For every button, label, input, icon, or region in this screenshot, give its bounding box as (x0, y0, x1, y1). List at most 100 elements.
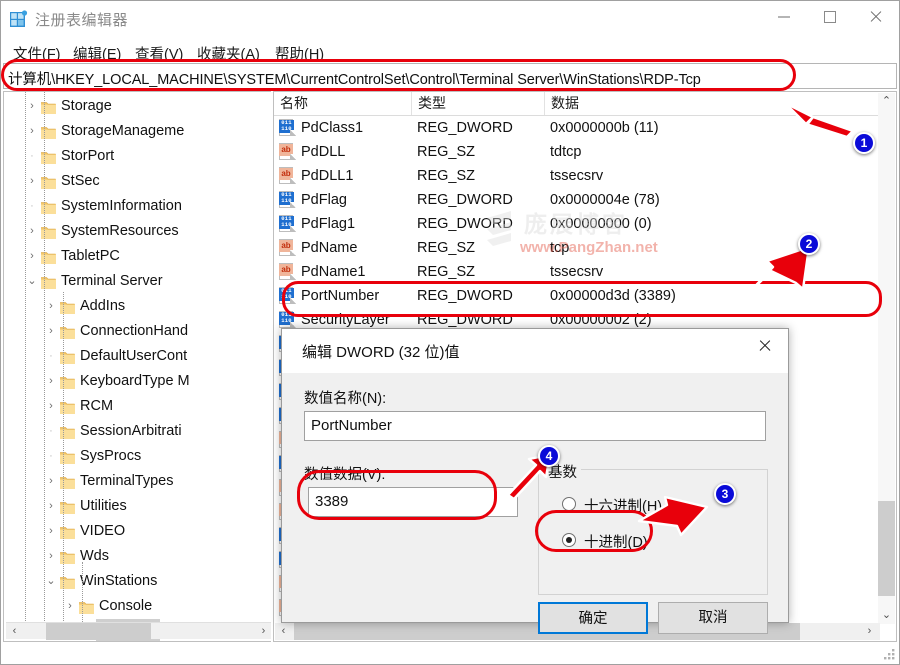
cell-type: REG_SZ (417, 144, 476, 160)
tree-hscroll-left-arrow[interactable]: ‹ (6, 623, 23, 640)
dword-value-icon: 011110 (279, 191, 296, 208)
dword-value-icon: 011110 (279, 119, 296, 136)
window-title: 注册表编辑器 (35, 12, 129, 29)
table-row[interactable]: 011 110 PortNumber REG_DWORD 0x00000d3d (338… (274, 284, 879, 308)
address-path-text: 计算机\HKEY_LOCAL_MACHINE\SYSTEM\CurrentCon… (8, 72, 701, 88)
tree-guide-line (44, 92, 46, 625)
cancel-button[interactable]: 取消 (658, 602, 768, 634)
callout-badge-1: 1 (853, 132, 875, 154)
tree-item-label: SystemInformation (61, 198, 182, 214)
string-value-icon: ab (279, 239, 296, 256)
dword-value-icon: 011110 (279, 215, 296, 232)
table-row[interactable]: 011 110 PdFlag1 REG_DWORD 0x00000000 (0) (274, 212, 879, 236)
column-header-type[interactable]: 类型 (412, 92, 545, 115)
value-name-input[interactable]: PortNumber (304, 411, 766, 441)
cell-data: 0x0000004e (78) (550, 192, 660, 208)
radio-decimal-mark (562, 533, 576, 547)
cell-name: PdFlag1 (301, 216, 356, 232)
string-value-icon: ab (279, 263, 296, 280)
dword-value-icon: 011110 (279, 191, 296, 208)
address-bar[interactable]: 计算机\HKEY_LOCAL_MACHINE\SYSTEM\CurrentCon… (3, 63, 897, 89)
title-bar: 注册表编辑器 (1, 1, 899, 37)
registry-tree-pane[interactable]: › Storage › StorageManageme · StorPort › StSec ·… (3, 91, 271, 642)
tree-item-label: StSec (61, 173, 100, 189)
cell-name: PdName (301, 240, 358, 256)
table-row[interactable]: ab PdDLL REG_SZ tdtcp (274, 140, 879, 164)
column-header-name[interactable]: 名称 (274, 92, 412, 115)
registry-editor-icon (10, 10, 28, 27)
tree-item-label: RCM (80, 398, 114, 414)
tree-hscroll-right-arrow[interactable]: › (255, 623, 271, 640)
cell-data: tssecsrv (550, 168, 604, 184)
cell-type: REG_DWORD (417, 216, 513, 232)
column-header-data[interactable]: 数据 (545, 92, 879, 115)
dialog-title-bar: 编辑 DWORD (32 位)值 (282, 329, 788, 373)
cell-type: REG_DWORD (417, 192, 513, 208)
values-vertical-scrollbar[interactable]: ⌃ ⌄ (878, 93, 895, 624)
table-row[interactable]: ab PdDLL1 REG_SZ tssecsrv (274, 164, 879, 188)
tree-guide-line (82, 562, 84, 622)
cell-name: PdName1 (301, 264, 366, 280)
table-row[interactable]: 011 110 PdClass1 REG_DWORD 0x0000000b (11) (274, 116, 879, 140)
values-vscroll-down-arrow[interactable]: ⌄ (878, 607, 895, 624)
cell-name: PdDLL (301, 144, 346, 160)
tree-hscroll-thumb[interactable] (46, 623, 151, 640)
dialog-close-button[interactable] (742, 329, 788, 361)
value-name-label: 数值名称(N): (304, 391, 387, 407)
cell-data: 0x00000000 (0) (550, 216, 652, 232)
tree-item-label: Wds (80, 548, 109, 564)
tree-item-label: Terminal Server (61, 273, 163, 289)
ok-button[interactable]: 确定 (538, 602, 648, 634)
values-vscroll-thumb[interactable] (878, 501, 895, 596)
tree-item-label: Console (99, 598, 153, 614)
table-row[interactable]: ab PdName REG_SZ tcp (274, 236, 879, 260)
address-box[interactable]: 计算机\HKEY_LOCAL_MACHINE\SYSTEM\CurrentCon… (3, 63, 897, 89)
dword-value-icon: 011110 (279, 311, 296, 328)
values-hscroll-left-arrow[interactable]: ‹ (275, 623, 292, 640)
table-row[interactable]: ab PdName1 REG_SZ tssecsrv (274, 260, 879, 284)
tree-item-label: TerminalTypes (80, 473, 174, 489)
maximize-icon (824, 11, 836, 23)
tree-horizontal-scrollbar[interactable]: ‹ › (6, 622, 271, 640)
tree-item-label: Utilities (80, 498, 127, 514)
maximize-button[interactable] (807, 1, 853, 33)
tree-guide-line (63, 292, 65, 625)
value-data-label: 数值数据(V): (304, 467, 386, 483)
tree-item-label: SysProcs (80, 448, 142, 464)
cell-type: REG_SZ (417, 240, 476, 256)
close-icon (758, 339, 772, 353)
string-value-icon: ab (279, 167, 296, 184)
minimize-button[interactable] (761, 1, 807, 33)
resize-grip-icon[interactable] (883, 648, 897, 662)
string-value-icon: ab (279, 263, 296, 280)
string-value-icon: ab (279, 239, 296, 256)
values-hscroll-right-arrow[interactable]: › (861, 623, 878, 640)
tree-item-label: DefaultUserCont (80, 348, 188, 364)
radio-hex-mark (562, 497, 576, 511)
cell-type: REG_DWORD (417, 120, 513, 136)
tree-item-label: SystemResources (61, 223, 179, 239)
tree-item-label: VIDEO (80, 523, 126, 539)
tree-guide-line (25, 92, 27, 625)
close-icon (869, 10, 883, 24)
cell-name: PortNumber (301, 288, 380, 304)
tree-item-label: StorageManageme (61, 123, 185, 139)
tree-item-label: StorPort (61, 148, 115, 164)
dialog-title: 编辑 DWORD (32 位)值 (302, 344, 460, 361)
table-row[interactable]: 011 110 PdFlag REG_DWORD 0x0000004e (78) (274, 188, 879, 212)
cell-name: PdDLL1 (301, 168, 354, 184)
close-button[interactable] (853, 1, 899, 33)
dword-value-icon: 011110 (279, 311, 296, 328)
cell-data: 0x0000000b (11) (550, 120, 659, 136)
value-data-input[interactable]: 3389 (308, 487, 518, 517)
dword-value-icon: 011110 (279, 119, 296, 136)
dword-value-icon: 011110 (279, 287, 296, 304)
tree-item-label: KeyboardType M (80, 373, 190, 389)
cell-data: tssecsrv (550, 264, 604, 280)
radio-hex-label: 十六进制(H) (584, 499, 663, 515)
cell-data: 0x00000d3d (3389) (550, 288, 676, 304)
registry-editor-window: 注册表编辑器 文件(F) 编辑(E) 查看(V) 收藏夹(A) 帮助(H) 计算… (0, 0, 900, 665)
dialog-body: 数值名称(N): PortNumber 数值数据(V): 3389 基数 十六进… (282, 373, 788, 634)
values-vscroll-up-arrow[interactable]: ⌃ (878, 93, 895, 110)
tree-item-label: TabletPC (61, 248, 120, 264)
